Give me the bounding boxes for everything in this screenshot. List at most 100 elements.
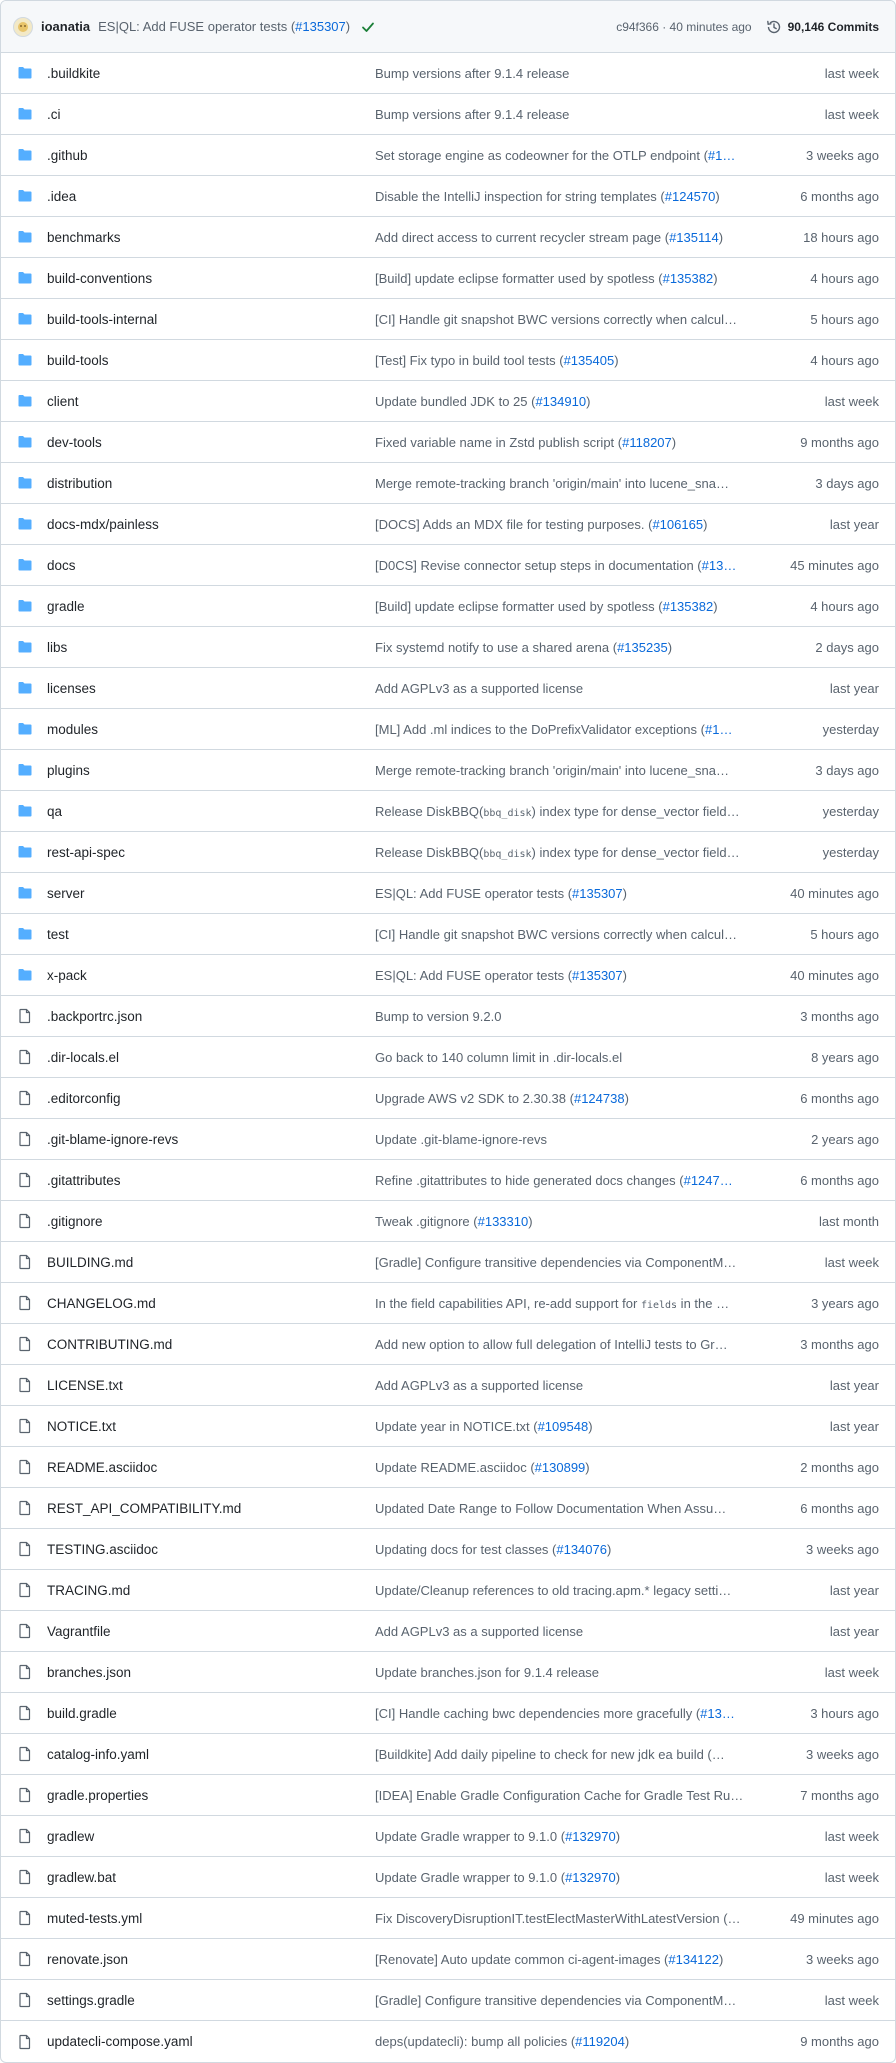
file-row[interactable]: test [CI] Handle git snapshot BWC version…: [1, 914, 895, 955]
commit-message-link[interactable]: In the field capabilities API, re-add su…: [375, 1296, 767, 1311]
commit-message-link[interactable]: Refine .gitattributes to hide generated …: [375, 1173, 767, 1188]
file-name-link[interactable]: build-conventions: [47, 271, 152, 286]
commit-text[interactable]: Refine .gitattributes to hide generated …: [375, 1173, 684, 1188]
file-name-link[interactable]: plugins: [47, 763, 90, 778]
commit-age[interactable]: last year: [767, 517, 895, 532]
commit-age[interactable]: 2 days ago: [767, 640, 895, 655]
commit-message-link[interactable]: Disable the IntelliJ inspection for stri…: [375, 189, 767, 204]
file-row[interactable]: x-pack ES|QL: Add FUSE operator tests (#1…: [1, 955, 895, 996]
commit-age[interactable]: last week: [767, 394, 895, 409]
file-row[interactable]: .ci Bump versions after 9.1.4 release last…: [1, 94, 895, 135]
commit-text[interactable]: [DOCS] Adds an MDX file for testing purp…: [375, 517, 652, 532]
file-name-link[interactable]: gradlew: [47, 1829, 94, 1844]
commit-text[interactable]: ES|QL: Add FUSE operator tests (: [375, 968, 572, 983]
commit-age[interactable]: 6 months ago: [767, 1173, 895, 1188]
commit-text[interactable]: Update bundled JDK to 25 (: [375, 394, 535, 409]
avatar[interactable]: [13, 16, 33, 37]
file-row[interactable]: client Update bundled JDK to 25 (#134910)…: [1, 381, 895, 422]
pr-link[interactable]: #132970: [565, 1870, 616, 1885]
commit-text[interactable]: [Gradle] Configure transitive dependenci…: [375, 1255, 736, 1270]
commit-age[interactable]: last week: [767, 107, 895, 122]
commit-text[interactable]: [CI] Handle caching bwc dependencies mor…: [375, 1706, 700, 1721]
commit-text[interactable]: [Test] Fix typo in build tool tests (: [375, 353, 564, 368]
file-row[interactable]: LICENSE.txt Add AGPLv3 as a supported lic…: [1, 1365, 895, 1406]
commit-message-link[interactable]: deps(updatecli): bump all policies (#119…: [375, 2034, 767, 2049]
file-name-link[interactable]: settings.gradle: [47, 1993, 135, 2008]
pr-link[interactable]: #13…: [700, 1706, 735, 1721]
commit-message-link[interactable]: Bump to version 9.2.0: [375, 1009, 767, 1024]
file-name-link[interactable]: docs: [47, 558, 76, 573]
commit-age[interactable]: last year: [767, 1378, 895, 1393]
commit-message-link[interactable]: Update Gradle wrapper to 9.1.0 (#132970): [375, 1870, 767, 1885]
commit-text[interactable]: ES|QL: Add FUSE operator tests (: [375, 886, 572, 901]
file-name-link[interactable]: LICENSE.txt: [47, 1378, 123, 1393]
commit-text[interactable]: [D0CS] Revise connector setup steps in d…: [375, 558, 702, 573]
file-name-link[interactable]: branches.json: [47, 1665, 131, 1680]
pr-link[interactable]: #124738: [574, 1091, 625, 1106]
commit-text[interactable]: Add new option to allow full delegation …: [375, 1337, 728, 1352]
pr-link[interactable]: #135405: [564, 353, 615, 368]
file-name-link[interactable]: .git-blame-ignore-revs: [47, 1132, 178, 1147]
file-name-link[interactable]: server: [47, 886, 85, 901]
file-row[interactable]: modules [ML] Add .ml indices to the DoPre…: [1, 709, 895, 750]
commit-age[interactable]: 3 months ago: [767, 1337, 895, 1352]
commit-text[interactable]: deps(updatecli): bump all policies (: [375, 2034, 575, 2049]
commit-message-link[interactable]: [Renovate] Auto update common ci-agent-i…: [375, 1952, 767, 1967]
commit-pr-link[interactable]: #135307: [295, 19, 346, 34]
commit-age[interactable]: last year: [767, 1583, 895, 1598]
file-row[interactable]: dev-tools Fixed variable name in Zstd pub…: [1, 422, 895, 463]
file-row[interactable]: Vagrantfile Add AGPLv3 as a supported lic…: [1, 1611, 895, 1652]
commit-age[interactable]: 9 months ago: [767, 435, 895, 450]
commit-age[interactable]: last week: [767, 1993, 895, 2008]
file-row[interactable]: build.gradle [CI] Handle caching bwc depe…: [1, 1693, 895, 1734]
file-name-link[interactable]: client: [47, 394, 79, 409]
commit-age[interactable]: 40 minutes ago: [767, 886, 895, 901]
file-row[interactable]: gradlew Update Gradle wrapper to 9.1.0 (#…: [1, 1816, 895, 1857]
file-name-link[interactable]: .editorconfig: [47, 1091, 121, 1106]
commit-age[interactable]: last month: [767, 1214, 895, 1229]
commit-text[interactable]: [IDEA] Enable Gradle Configuration Cache…: [375, 1788, 743, 1803]
file-name-link[interactable]: x-pack: [47, 968, 87, 983]
file-name-link[interactable]: .github: [47, 148, 88, 163]
commit-age[interactable]: 3 weeks ago: [767, 1747, 895, 1762]
commit-message-link[interactable]: [Build] update eclipse formatter used by…: [375, 271, 767, 286]
commit-message-link[interactable]: Add AGPLv3 as a supported license: [375, 1378, 767, 1393]
commit-message-link[interactable]: Release DiskBBQ(bbq_disk) index type for…: [375, 804, 767, 819]
file-row[interactable]: build-tools [Test] Fix typo in build tool…: [1, 340, 895, 381]
commit-message-link[interactable]: Update Gradle wrapper to 9.1.0 (#132970): [375, 1829, 767, 1844]
commit-age[interactable]: 3 weeks ago: [767, 1952, 895, 1967]
file-row[interactable]: build-conventions [Build] update eclipse …: [1, 258, 895, 299]
commit-text[interactable]: Fix DiscoveryDisruptionIT.testElectMaste…: [375, 1911, 741, 1926]
file-name-link[interactable]: benchmarks: [47, 230, 121, 245]
commit-age[interactable]: 18 hours ago: [767, 230, 895, 245]
commit-age[interactable]: 49 minutes ago: [767, 1911, 895, 1926]
file-row[interactable]: licenses Add AGPLv3 as a supported licens…: [1, 668, 895, 709]
commit-age[interactable]: 3 weeks ago: [767, 1542, 895, 1557]
pr-link[interactable]: #135235: [617, 640, 668, 655]
commit-text[interactable]: [Buildkite] Add daily pipeline to check …: [375, 1747, 725, 1762]
commit-text[interactable]: Disable the IntelliJ inspection for stri…: [375, 189, 665, 204]
file-name-link[interactable]: .idea: [47, 189, 76, 204]
pr-link[interactable]: #109548: [538, 1419, 589, 1434]
commit-message-link[interactable]: Add AGPLv3 as a supported license: [375, 681, 767, 696]
commit-message-link[interactable]: [CI] Handle git snapshot BWC versions co…: [375, 927, 767, 942]
commit-text[interactable]: Release DiskBBQ(: [375, 845, 483, 860]
commit-age[interactable]: 7 months ago: [767, 1788, 895, 1803]
commit-text[interactable]: Merge remote-tracking branch 'origin/mai…: [375, 763, 729, 778]
commit-age[interactable]: last year: [767, 1624, 895, 1639]
file-name-link[interactable]: TRACING.md: [47, 1583, 130, 1598]
file-row[interactable]: .gitattributes Refine .gitattributes to h…: [1, 1160, 895, 1201]
file-row[interactable]: .gitignore Tweak .gitignore (#133310) last…: [1, 1201, 895, 1242]
file-name-link[interactable]: NOTICE.txt: [47, 1419, 116, 1434]
commit-message-link[interactable]: Add AGPLv3 as a supported license: [375, 1624, 767, 1639]
pr-link[interactable]: #133310: [478, 1214, 529, 1229]
file-row[interactable]: server ES|QL: Add FUSE operator tests (#1…: [1, 873, 895, 914]
commit-text[interactable]: Add direct access to current recycler st…: [375, 230, 669, 245]
commit-text[interactable]: Update README.asciidoc (: [375, 1460, 535, 1475]
file-name-link[interactable]: catalog-info.yaml: [47, 1747, 149, 1762]
pr-link[interactable]: #135307: [572, 968, 623, 983]
file-name-link[interactable]: .dir-locals.el: [47, 1050, 119, 1065]
commit-age[interactable]: 40 minutes ago: [767, 968, 895, 983]
file-row[interactable]: updatecli-compose.yaml deps(updatecli): b…: [1, 2021, 895, 2062]
commit-message-link[interactable]: [Gradle] Configure transitive dependenci…: [375, 1255, 767, 1270]
